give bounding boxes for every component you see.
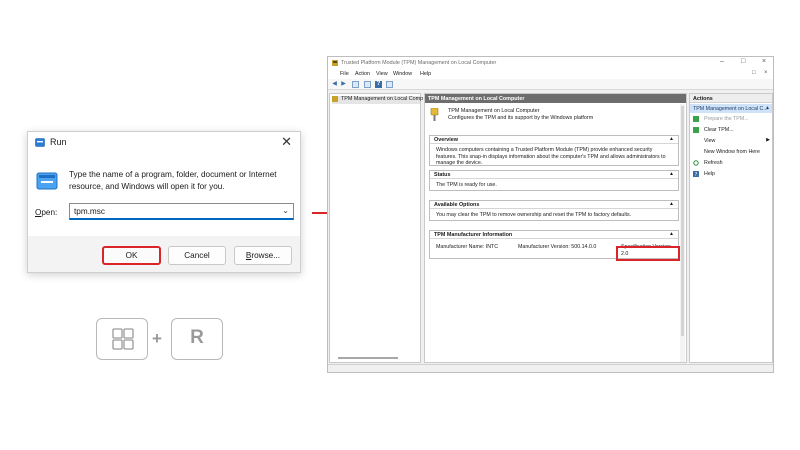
horizontal-scrollbar[interactable] xyxy=(338,357,398,359)
console-tree-icon[interactable] xyxy=(352,81,359,88)
refresh-icon xyxy=(693,160,699,166)
cancel-button[interactable]: Cancel xyxy=(168,246,226,265)
tree-item-tpm[interactable]: TPM Management on Local Comp xyxy=(332,96,423,104)
menu-file[interactable]: File xyxy=(340,71,349,77)
r-key-label: R xyxy=(190,327,204,348)
manufacturer-name: Manufacturer Name: INTC xyxy=(436,244,499,250)
tpm-app-icon xyxy=(332,60,338,66)
collapse-icon[interactable]: ▲ xyxy=(669,171,674,177)
menu-view[interactable]: View xyxy=(376,71,388,77)
collapse-up-icon[interactable]: ▲ xyxy=(765,105,770,111)
chevron-down-icon[interactable]: ⌄ xyxy=(282,206,289,215)
properties-icon[interactable] xyxy=(364,81,371,88)
menu-action[interactable]: Action xyxy=(355,71,370,77)
run-title-bar: Run ✕ xyxy=(28,132,300,154)
open-input[interactable]: tpm.msc ⌄ xyxy=(69,203,294,220)
child-close-icon[interactable]: × xyxy=(764,70,768,76)
run-dialog: Run ✕ Type the name of a program, folder… xyxy=(27,131,301,273)
back-icon[interactable]: ◀ xyxy=(331,81,338,88)
tpm-chip-icon xyxy=(430,108,439,121)
collapse-icon[interactable]: ▲ xyxy=(669,231,674,237)
open-label: Open: xyxy=(35,208,58,217)
status-section: Status ▲ The TPM is ready for use. xyxy=(429,170,679,191)
manufacturer-header[interactable]: TPM Manufacturer Information ▲ xyxy=(430,231,678,239)
run-app-icon xyxy=(35,138,45,147)
menu-bar: File Action View Window Help □ × xyxy=(328,69,773,79)
menu-window[interactable]: Window xyxy=(393,71,412,77)
windows-logo-icon xyxy=(112,328,134,350)
tree-item-label: TPM Management on Local Comp xyxy=(341,96,423,102)
action-clear-tpm[interactable]: Clear TPM... xyxy=(690,126,772,135)
main-header: TPM Management on Local Computer xyxy=(425,94,686,103)
console-tree: TPM Management on Local Comp xyxy=(329,93,423,363)
run-title: Run xyxy=(50,137,67,147)
overview-text: Windows computers containing a Trusted P… xyxy=(436,147,666,166)
show-hide-action-pane-icon[interactable] xyxy=(386,81,393,88)
status-header[interactable]: Status ▲ xyxy=(430,171,678,179)
vertical-scrollbar[interactable] xyxy=(680,104,685,362)
clear-icon xyxy=(693,127,699,133)
close-icon[interactable]: ✕ xyxy=(281,135,292,149)
action-prepare-tpm[interactable]: Prepare the TPM... xyxy=(690,115,772,124)
windows-key xyxy=(96,318,148,360)
available-options-text: You may clear the TPM to remove ownershi… xyxy=(436,212,632,218)
actions-header: Actions xyxy=(690,94,772,103)
submenu-arrow-icon: ▶ xyxy=(766,137,770,143)
spec-version-highlight xyxy=(616,246,680,261)
svg-text:?: ? xyxy=(695,172,698,177)
action-refresh[interactable]: Refresh xyxy=(690,159,772,168)
actions-group-tpm[interactable]: TPM Management on Local C... ▲ xyxy=(690,104,772,113)
menu-help[interactable]: Help xyxy=(420,71,431,77)
action-help[interactable]: ? Help xyxy=(690,170,772,179)
minimize-icon[interactable]: – xyxy=(720,58,724,65)
run-program-icon xyxy=(36,172,58,190)
overview-header[interactable]: Overview ▲ xyxy=(430,136,678,144)
main-pane: TPM Management on Local Computer TPM Man… xyxy=(424,93,687,363)
restore-icon[interactable]: □ xyxy=(752,70,756,76)
collapse-icon[interactable]: ▲ xyxy=(669,201,674,207)
action-view[interactable]: View ▶ xyxy=(690,137,772,146)
tpm-window: Trusted Platform Module (TPM) Management… xyxy=(327,56,774,373)
tpm-node-icon xyxy=(332,96,338,102)
status-text: The TPM is ready for use. xyxy=(436,182,497,188)
hero-subtitle: Configures the TPM and its support by th… xyxy=(448,115,594,121)
plus-sign: + xyxy=(152,329,162,348)
actions-pane: Actions TPM Management on Local C... ▲ Pr… xyxy=(689,93,773,363)
forward-icon[interactable]: ▶ xyxy=(340,81,347,88)
r-key: R xyxy=(171,318,223,360)
action-new-window[interactable]: New Window from Here xyxy=(690,148,772,157)
overview-section: Overview ▲ Windows computers containing a… xyxy=(429,135,679,166)
tpm-window-title: Trusted Platform Module (TPM) Management… xyxy=(341,60,497,66)
prepare-icon xyxy=(693,116,699,122)
toolbar: ◀ ▶ ? xyxy=(328,79,773,90)
manufacturer-version: Manufacturer Version: 500.14.0.0 xyxy=(518,244,597,250)
collapse-icon[interactable]: ▲ xyxy=(669,136,674,142)
ok-button[interactable]: OK xyxy=(102,246,161,265)
maximize-icon[interactable]: □ xyxy=(741,58,745,65)
hero-title: TPM Management on Local Computer xyxy=(448,108,540,114)
run-button-row: OK Cancel Browse... xyxy=(28,236,300,274)
help-icon: ? xyxy=(693,171,699,177)
run-description: Type the name of a program, folder, docu… xyxy=(69,170,277,191)
run-body: Type the name of a program, folder, docu… xyxy=(28,154,300,236)
status-bar xyxy=(328,364,773,372)
help-toolbar-icon[interactable]: ? xyxy=(375,81,382,88)
available-options-header[interactable]: Available Options ▲ xyxy=(430,201,678,209)
open-input-value: tpm.msc xyxy=(74,207,105,216)
browse-button[interactable]: Browse... xyxy=(234,246,292,265)
tpm-title-bar: Trusted Platform Module (TPM) Management… xyxy=(328,57,773,69)
available-options-section: Available Options ▲ You may clear the TPM… xyxy=(429,200,679,221)
window-close-icon[interactable]: × xyxy=(762,58,766,65)
